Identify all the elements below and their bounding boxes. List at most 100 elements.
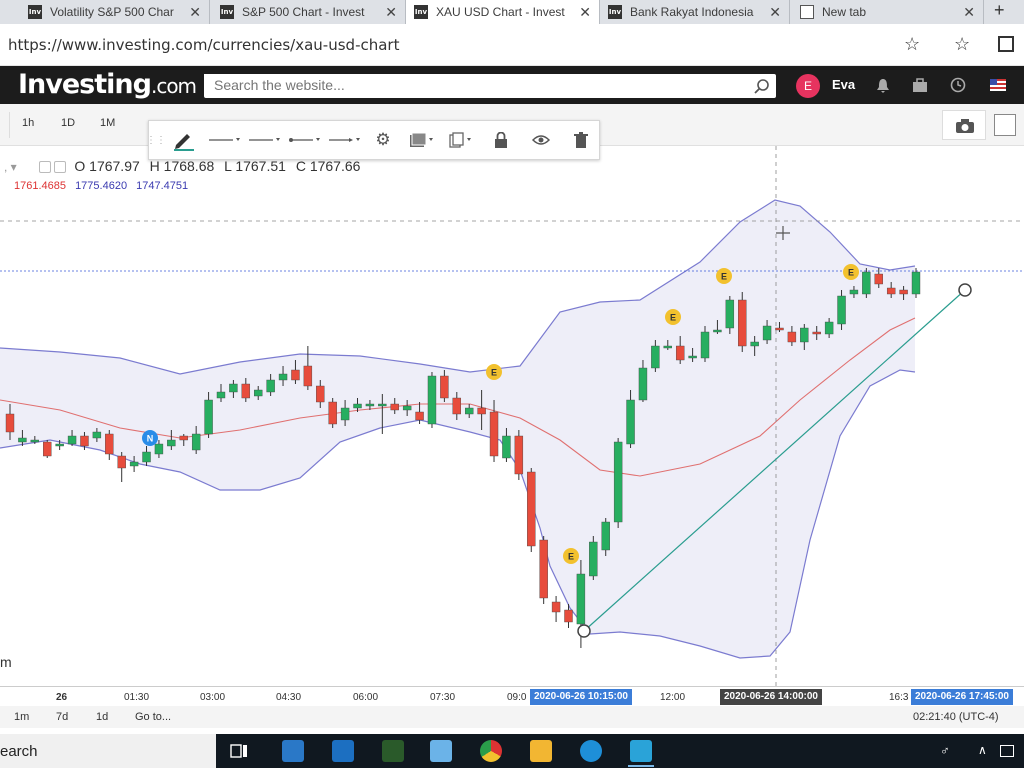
- trading-app-icon[interactable]: [382, 740, 404, 762]
- investing-favicon-icon: Inv: [220, 5, 234, 19]
- file-explorer-icon[interactable]: [530, 740, 552, 762]
- fullscreen-button[interactable]: [994, 114, 1016, 136]
- us-flag-icon[interactable]: [990, 79, 1006, 91]
- candle-body: [254, 389, 263, 397]
- event-marker-label: E: [721, 272, 727, 282]
- pencil-tool-button[interactable]: [163, 121, 203, 159]
- candle-body: [502, 435, 511, 459]
- favorite-star-icon[interactable]: ☆: [904, 34, 920, 55]
- candle-body: [762, 325, 772, 341]
- candle-body: [824, 321, 834, 335]
- url-field[interactable]: https://www.investing.com/currencies/xau…: [8, 36, 399, 54]
- chrome-icon[interactable]: [480, 740, 502, 762]
- bollinger-legend: 1761.4685 1775.4620 1747.4751: [14, 180, 188, 192]
- candle-body: [775, 327, 784, 331]
- line-style-dropdown[interactable]: [205, 121, 245, 159]
- clock-readout[interactable]: 02:21:40 (UTC-4): [913, 711, 999, 723]
- legend-collapse-icon[interactable]: , ▾: [4, 160, 17, 174]
- investing-logo[interactable]: Investing.com: [18, 69, 197, 100]
- close-icon[interactable]: ✕: [579, 4, 591, 21]
- settings-button[interactable]: ⚙: [363, 121, 403, 159]
- taskbar-search[interactable]: earch: [0, 734, 216, 768]
- candle-body: [626, 399, 635, 445]
- network-icon[interactable]: [1000, 745, 1014, 757]
- search-icon[interactable]: [754, 78, 770, 94]
- bell-icon[interactable]: [876, 78, 890, 94]
- candlestick-chart[interactable]: N E E E E E: [0, 146, 1024, 686]
- lock-button[interactable]: [481, 121, 521, 159]
- candle-body: [278, 373, 288, 381]
- candle-body: [43, 441, 52, 457]
- x-tick-label: 06:00: [353, 692, 379, 703]
- color-button[interactable]: [403, 121, 443, 159]
- range-1m-button[interactable]: 1m: [14, 711, 29, 723]
- browser-tab-1[interactable]: Inv Volatility S&P 500 Char ✕: [20, 0, 210, 24]
- search-input[interactable]: [204, 74, 734, 96]
- close-icon[interactable]: ✕: [769, 4, 781, 21]
- timeframe-1m[interactable]: 1M: [100, 117, 115, 129]
- candle-body: [378, 403, 387, 407]
- line-end-dropdown[interactable]: [325, 121, 365, 159]
- browser-tab-2[interactable]: Inv S&P 500 Chart - Invest ✕: [212, 0, 406, 24]
- candle-body: [154, 443, 164, 455]
- chart-area[interactable]: N E E E E E: [0, 146, 1024, 686]
- candle-body: [700, 331, 710, 359]
- browser-tab-5[interactable]: New tab ✕: [792, 0, 984, 24]
- line-width-dropdown[interactable]: [245, 121, 285, 159]
- drag-handle-icon[interactable]: ⋮⋮: [146, 121, 166, 159]
- goto-button[interactable]: Go to...: [135, 711, 171, 723]
- favorites-list-icon[interactable]: ☆: [954, 34, 970, 55]
- close-icon[interactable]: ✕: [385, 4, 397, 21]
- user-name[interactable]: Eva: [832, 77, 855, 92]
- browser-tab-3[interactable]: Inv XAU USD Chart - Invest ✕: [406, 0, 600, 24]
- tab-title: Bank Rakyat Indonesia: [630, 5, 754, 19]
- people-icon[interactable]: ♂: [940, 743, 950, 758]
- screenshot-button[interactable]: [942, 110, 986, 140]
- candle-body: [55, 443, 64, 447]
- event-marker-label: E: [848, 268, 854, 278]
- eye-toggle-icon[interactable]: [38, 161, 51, 174]
- timeframe-1h[interactable]: 1h: [22, 117, 34, 129]
- browser-tab-4[interactable]: Inv Bank Rakyat Indonesia ✕: [600, 0, 790, 24]
- clone-icon: [449, 132, 471, 148]
- visibility-button[interactable]: [521, 121, 561, 159]
- x-tick-label: 26: [56, 692, 68, 703]
- candle-body: [18, 437, 27, 443]
- candle-body: [191, 433, 201, 451]
- avatar[interactable]: E: [796, 74, 820, 98]
- fill-color-icon: [410, 132, 433, 147]
- clock-icon[interactable]: [950, 77, 966, 93]
- axis-edge-label: m: [0, 654, 12, 670]
- candle-body: [80, 435, 89, 447]
- high-value: H 1768.68: [149, 158, 215, 174]
- windows-taskbar: earch ♂ ∧: [0, 734, 1024, 768]
- new-tab-icon: [800, 5, 814, 19]
- delete-button[interactable]: [561, 121, 601, 159]
- settings-toggle-icon[interactable]: [54, 161, 67, 174]
- portfolio-icon[interactable]: [912, 78, 928, 93]
- mail-icon[interactable]: [332, 740, 354, 762]
- candle-body: [427, 375, 437, 425]
- trend-line-handle: [577, 624, 591, 638]
- close-icon[interactable]: ✕: [963, 4, 975, 21]
- candle-body: [849, 289, 859, 295]
- telegram-icon[interactable]: [630, 740, 652, 762]
- clone-button[interactable]: [443, 121, 483, 159]
- range-1d-button[interactable]: 1d: [96, 711, 108, 723]
- collections-icon[interactable]: [998, 36, 1014, 52]
- x-tick-label: 07:30: [430, 692, 456, 703]
- task-view-icon[interactable]: [230, 743, 248, 759]
- chevron-up-icon[interactable]: ∧: [978, 743, 987, 757]
- close-icon[interactable]: ✕: [189, 4, 201, 21]
- notes-app-icon[interactable]: [430, 740, 452, 762]
- stocks-app-icon[interactable]: [282, 740, 304, 762]
- candle-body: [899, 289, 908, 295]
- new-tab-button[interactable]: +: [994, 0, 1005, 21]
- candle-body: [837, 295, 846, 325]
- candle-body: [241, 383, 251, 399]
- range-7d-button[interactable]: 7d: [56, 711, 68, 723]
- edge-icon[interactable]: [580, 740, 602, 762]
- line-start-dropdown[interactable]: [285, 121, 325, 159]
- timeframe-1d[interactable]: 1D: [61, 117, 75, 129]
- tab-title: New tab: [822, 5, 867, 19]
